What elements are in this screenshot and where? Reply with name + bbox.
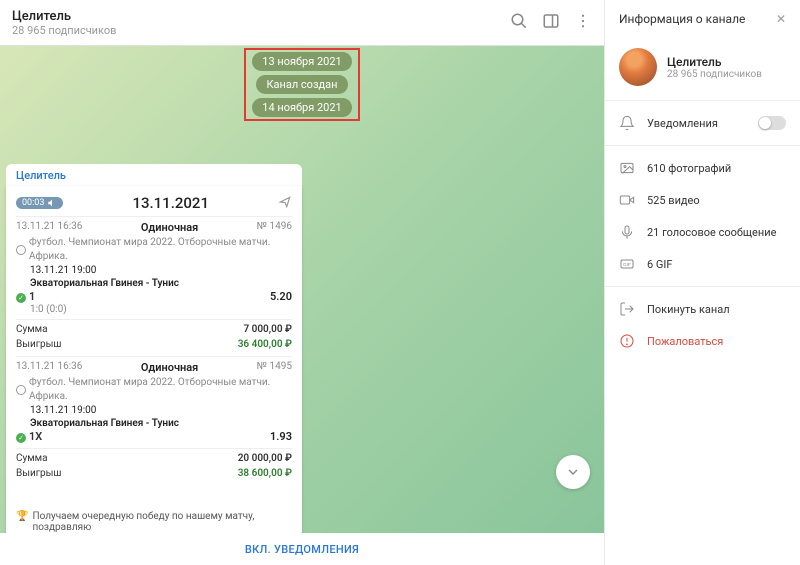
close-icon[interactable]: ✕ (776, 12, 786, 26)
search-icon[interactable] (510, 12, 528, 34)
subscriber-count: 28 965 подписчиков (12, 24, 510, 37)
channel-created-chip: Канал создан (256, 75, 347, 94)
message-card[interactable]: 00:03 13.11.2021 13.11.21 16:36 Одиночна… (6, 186, 302, 533)
chat-area: Целитель 28 965 подписчиков 13 ноября 20… (0, 0, 604, 565)
enable-notifications-button[interactable]: ВКЛ. УВЕДОМЛЕНИЯ (0, 533, 604, 565)
date-chips: 13 ноября 2021 Канал создан 14 ноября 20… (252, 52, 351, 117)
bet-type: Одиночная (141, 361, 199, 374)
videos-item[interactable]: 525 видео (605, 184, 800, 216)
bet-pick: 1 (29, 290, 35, 303)
pinned-message-bar[interactable]: Целитель (6, 164, 302, 186)
bet-odd: 5.20 (270, 290, 292, 303)
bet-timestamp: 13.11.21 16:36 (16, 221, 82, 234)
more-icon[interactable] (574, 12, 592, 34)
notifications-toggle-row[interactable]: Уведомления (605, 107, 800, 139)
bet-sum: 7 000,00 ₽ (243, 324, 292, 335)
status-dot-icon: ✓ (16, 293, 26, 303)
side-panel-icon[interactable] (542, 12, 560, 34)
photos-item[interactable]: 610 фотографий (605, 152, 800, 184)
channel-profile[interactable]: Целитель 28 965 подписчиков (605, 38, 800, 100)
chat-body[interactable]: 13 ноября 2021 Канал создан 14 ноября 20… (0, 46, 604, 533)
scroll-down-button[interactable] (556, 455, 590, 489)
bet-sum: 20 000,00 ₽ (238, 453, 292, 464)
date-chip[interactable]: 13 ноября 2021 (252, 52, 351, 71)
channel-title[interactable]: Целитель (12, 9, 510, 24)
status-dot-icon: ✓ (16, 433, 26, 443)
channel-name: Целитель (667, 55, 762, 69)
bet-teams: Экваториальная Гвинея - Тунис (30, 418, 292, 429)
bet-description: Футбол. Чемпионат мира 2022. Отборочные … (16, 376, 292, 404)
message-date: 13.11.2021 (63, 194, 278, 212)
bet-timestamp: 13.11.21 16:36 (16, 361, 82, 374)
truncated-text: 🏆 Получаем очередную победу по нашему ма… (16, 481, 292, 533)
bet-datetime: 13.11.21 19:00 (30, 404, 292, 418)
audio-badge[interactable]: 00:03 (16, 197, 63, 209)
gif-item[interactable]: GIF 6 GIF (605, 248, 800, 280)
toggle-switch[interactable] (758, 116, 786, 130)
bet-win: 38 600,00 ₽ (238, 468, 292, 479)
football-icon (16, 385, 26, 395)
bet-pick: 1X (29, 430, 42, 443)
panel-title: Информация о канале (619, 12, 745, 26)
svg-text:GIF: GIF (623, 262, 631, 267)
date-chip[interactable]: 14 ноября 2021 (252, 98, 351, 117)
bet-type: Одиночная (141, 221, 199, 234)
bet-description: Футбол. Чемпионат мира 2022. Отборочные … (16, 236, 292, 264)
football-icon (16, 245, 26, 255)
bet-odd: 1.93 (270, 430, 292, 443)
bet-win: 36 400,00 ₽ (238, 339, 292, 350)
chat-header: Целитель 28 965 подписчиков (0, 0, 604, 46)
channel-info-panel: Информация о канале ✕ Целитель 28 965 по… (604, 0, 800, 565)
subscriber-count: 28 965 подписчиков (667, 69, 762, 80)
voice-item[interactable]: 21 голосовое сообщение (605, 216, 800, 248)
bet-teams: Экваториальная Гвинея - Тунис (30, 278, 292, 289)
bet-number: № 1496 (257, 221, 292, 234)
leave-channel-button[interactable]: Покинуть канал (605, 293, 800, 325)
report-button[interactable]: Пожаловаться (605, 325, 800, 357)
bet-datetime: 13.11.21 19:00 (30, 264, 292, 278)
share-icon[interactable] (278, 195, 292, 212)
bet-score: 1:0 (0:0) (30, 304, 292, 315)
avatar[interactable] (619, 48, 657, 86)
pinned-channel-link[interactable]: Целитель (16, 169, 66, 182)
bet-number: № 1495 (257, 361, 292, 374)
